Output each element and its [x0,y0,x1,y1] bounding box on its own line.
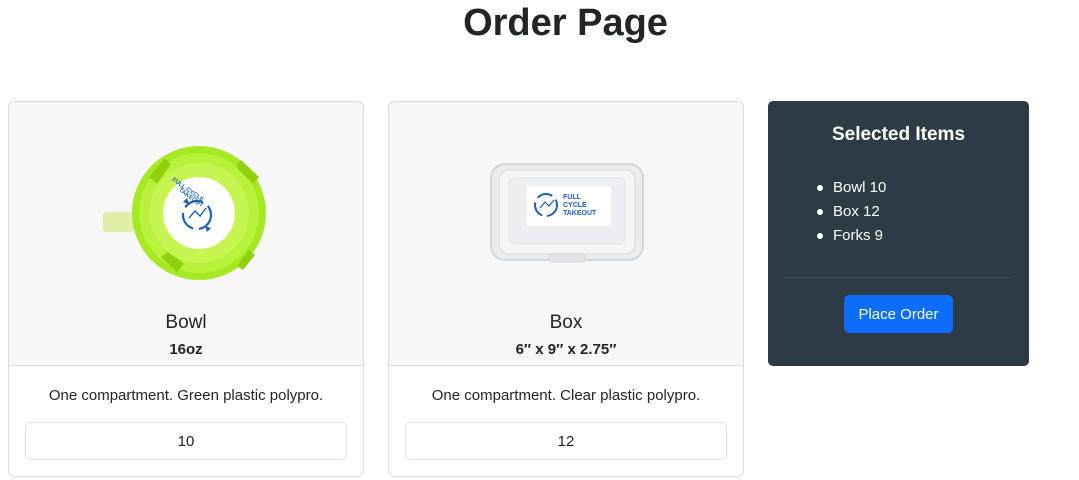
product-size: 6″ x 9″ x 2.75″ [515,341,617,358]
selected-items-panel: Selected Items Bowl 10 Box 12 Forks 9 Pl… [768,101,1029,366]
selected-item: Box 12 [816,200,886,224]
product-name: Box [549,312,583,333]
panel-divider [784,277,1013,278]
product-card-header: FULL CYCLE TAKEOUT Bowl 16oz [9,102,363,366]
product-size: 16oz [169,341,203,358]
box-label-text-2: CYCLE [563,202,587,209]
box-label-text-3: TAKEOUT [563,210,597,217]
quantity-input-bowl[interactable] [25,422,347,460]
product-description: One compartment. Clear plastic polypro. [431,387,701,404]
product-name: Bowl [165,312,207,333]
bowl-image: FULL CYCLE TAKEOUT [103,146,266,280]
selected-item: Forks 9 [816,224,886,248]
product-card-bowl: FULL CYCLE TAKEOUT Bowl 16oz One compart… [8,101,364,477]
box-image: FULL CYCLE TAKEOUT [490,163,644,263]
product-card-header: FULL CYCLE TAKEOUT Box 6″ x 9″ x 2.75″ [389,102,743,366]
page-title: Order Page [463,2,668,44]
selected-item: Bowl 10 [816,176,886,200]
product-description: One compartment. Green plastic polypro. [48,387,324,404]
box-label-text-1: FULL [563,194,582,201]
quantity-input-box[interactable] [405,422,727,460]
selected-items-list: Bowl 10 Box 12 Forks 9 [816,176,886,248]
selected-items-title: Selected Items [831,124,966,145]
product-card-box: FULL CYCLE TAKEOUT Box 6″ x 9″ x 2.75″ O… [388,101,744,477]
place-order-button[interactable]: Place Order [844,295,953,333]
